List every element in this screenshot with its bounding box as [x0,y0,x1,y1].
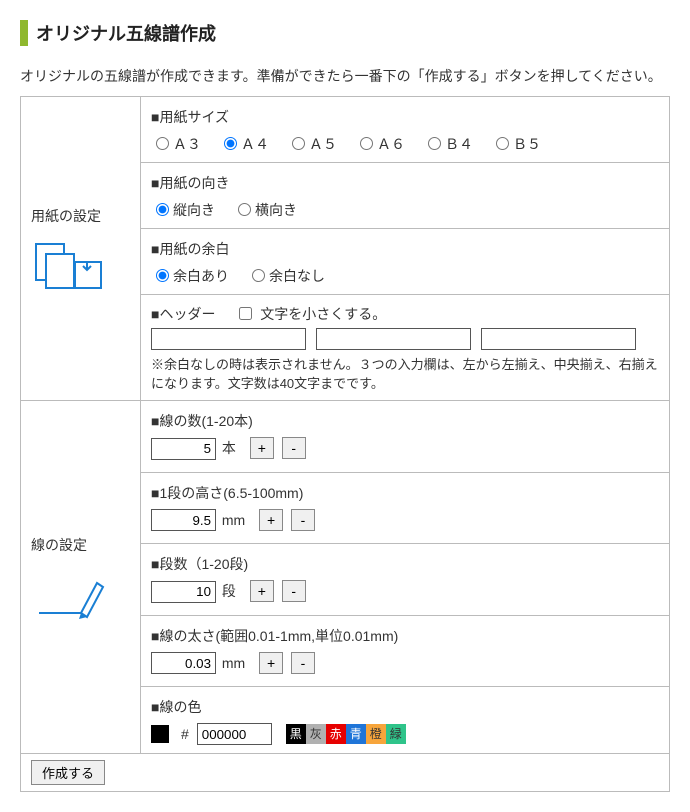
header-cell: ■ヘッダー 文字を小さくする。 ※余白なしの時は表示されません。３つの入力欄は、… [141,295,670,401]
line-color-heading: ■線の色 [151,697,659,717]
color-palette: 黒灰赤青橙緑 [286,724,406,744]
palette-swatch[interactable]: 赤 [326,724,346,744]
line-color-cell: ■線の色 # 黒灰赤青橙緑 [141,687,670,754]
line-rows-heading: ■段数（1-20段) [151,554,659,574]
palette-swatch[interactable]: 橙 [366,724,386,744]
paper-section-cell: 用紙の設定 [21,97,141,401]
line-thick-cell: ■線の太さ(範囲0.01-1mm,単位0.01mm) mm + - [141,615,670,687]
line-thick-heading: ■線の太さ(範囲0.01-1mm,単位0.01mm) [151,626,659,646]
line-height-plus-button[interactable]: + [259,509,283,531]
line-section-cell: 線の設定 [21,401,141,754]
pencil-icon [31,565,106,620]
line-rows-plus-button[interactable]: + [250,580,274,602]
header-label: ■ヘッダー [151,306,215,322]
line-height-input[interactable] [151,509,216,531]
header-small-label: 文字を小さくする。 [260,306,386,322]
paper-orient-radio[interactable] [238,203,251,216]
paper-size-radio[interactable] [496,137,509,150]
line-rows-minus-button[interactable]: - [282,580,306,602]
line-thick-unit: mm [222,655,245,671]
paper-section-label: 用紙の設定 [31,206,130,226]
header-left-input[interactable] [151,328,306,350]
paper-orient-option[interactable]: 縦向き [151,202,215,218]
line-thick-input[interactable] [151,652,216,674]
paper-size-radio[interactable] [292,137,305,150]
paper-size-cell: ■用紙サイズ Ａ３ Ａ４ Ａ５ Ａ６ Ｂ４ Ｂ５ [141,97,670,163]
line-count-minus-button[interactable]: - [282,437,306,459]
paper-size-radio[interactable] [156,137,169,150]
paper-size-option[interactable]: Ａ３ [151,136,201,152]
line-thick-plus-button[interactable]: + [259,652,283,674]
header-note: ※余白なしの時は表示されません。３つの入力欄は、左から左揃え、中央揃え、右揃えに… [151,354,659,392]
line-count-cell: ■線の数(1-20本) 本 + - [141,401,670,473]
paper-size-radio[interactable] [224,137,237,150]
create-button[interactable]: 作成する [31,760,105,785]
header-right-input[interactable] [481,328,636,350]
paper-orient-radio[interactable] [156,203,169,216]
line-height-heading: ■1段の高さ(6.5-100mm) [151,483,659,503]
line-height-unit: mm [222,512,245,528]
hash-label: # [181,726,189,742]
paper-margin-option[interactable]: 余白なし [247,268,325,284]
header-center-input[interactable] [316,328,471,350]
paper-size-option[interactable]: Ａ５ [287,136,337,152]
paper-margin-cell: ■用紙の余白 余白あり 余白なし [141,229,670,295]
page-title: オリジナル五線譜作成 [20,20,670,46]
current-color-swatch [151,725,169,743]
paper-size-option[interactable]: Ｂ５ [491,136,541,152]
paper-size-radio[interactable] [360,137,373,150]
paper-orient-options: 縦向き 横向き [151,199,659,220]
palette-swatch[interactable]: 緑 [386,724,406,744]
paper-size-option[interactable]: Ａ４ [219,136,269,152]
paper-margin-heading: ■用紙の余白 [151,239,659,259]
line-height-cell: ■1段の高さ(6.5-100mm) mm + - [141,472,670,544]
line-count-input[interactable] [151,438,216,460]
paper-size-options: Ａ３ Ａ４ Ａ５ Ａ６ Ｂ４ Ｂ５ [151,133,659,154]
line-count-heading: ■線の数(1-20本) [151,411,659,431]
palette-swatch[interactable]: 青 [346,724,366,744]
line-count-plus-button[interactable]: + [250,437,274,459]
color-hex-input[interactable] [197,723,272,745]
paper-margin-radio[interactable] [252,269,265,282]
line-count-unit: 本 [222,440,236,456]
palette-swatch[interactable]: 黒 [286,724,306,744]
line-rows-input[interactable] [151,581,216,603]
paper-margin-radio[interactable] [156,269,169,282]
submit-cell: 作成する [21,754,670,792]
paper-size-option[interactable]: Ｂ４ [423,136,473,152]
paper-size-option[interactable]: Ａ６ [355,136,405,152]
header-small-checkbox[interactable] [239,307,252,320]
paper-margin-option[interactable]: 余白あり [151,268,229,284]
paper-size-radio[interactable] [428,137,441,150]
palette-swatch[interactable]: 灰 [306,724,326,744]
intro-text: オリジナルの五線譜が作成できます。準備ができたら一番下の「作成する」ボタンを押し… [20,66,670,86]
line-height-minus-button[interactable]: - [291,509,315,531]
paper-orient-cell: ■用紙の向き 縦向き 横向き [141,163,670,229]
line-rows-cell: ■段数（1-20段) 段 + - [141,544,670,616]
paper-icon [31,236,106,291]
line-thick-minus-button[interactable]: - [291,652,315,674]
line-section-label: 線の設定 [31,535,130,555]
paper-orient-option[interactable]: 横向き [233,202,297,218]
line-rows-unit: 段 [222,583,236,599]
paper-orient-heading: ■用紙の向き [151,173,659,193]
paper-size-heading: ■用紙サイズ [151,107,659,127]
paper-margin-options: 余白あり 余白なし [151,265,659,286]
settings-table: 用紙の設定 ■用紙サイズ Ａ３Ａ４Ａ５Ａ６Ｂ４Ｂ５ ■用紙の向き 縦向き横向き … [20,96,670,792]
